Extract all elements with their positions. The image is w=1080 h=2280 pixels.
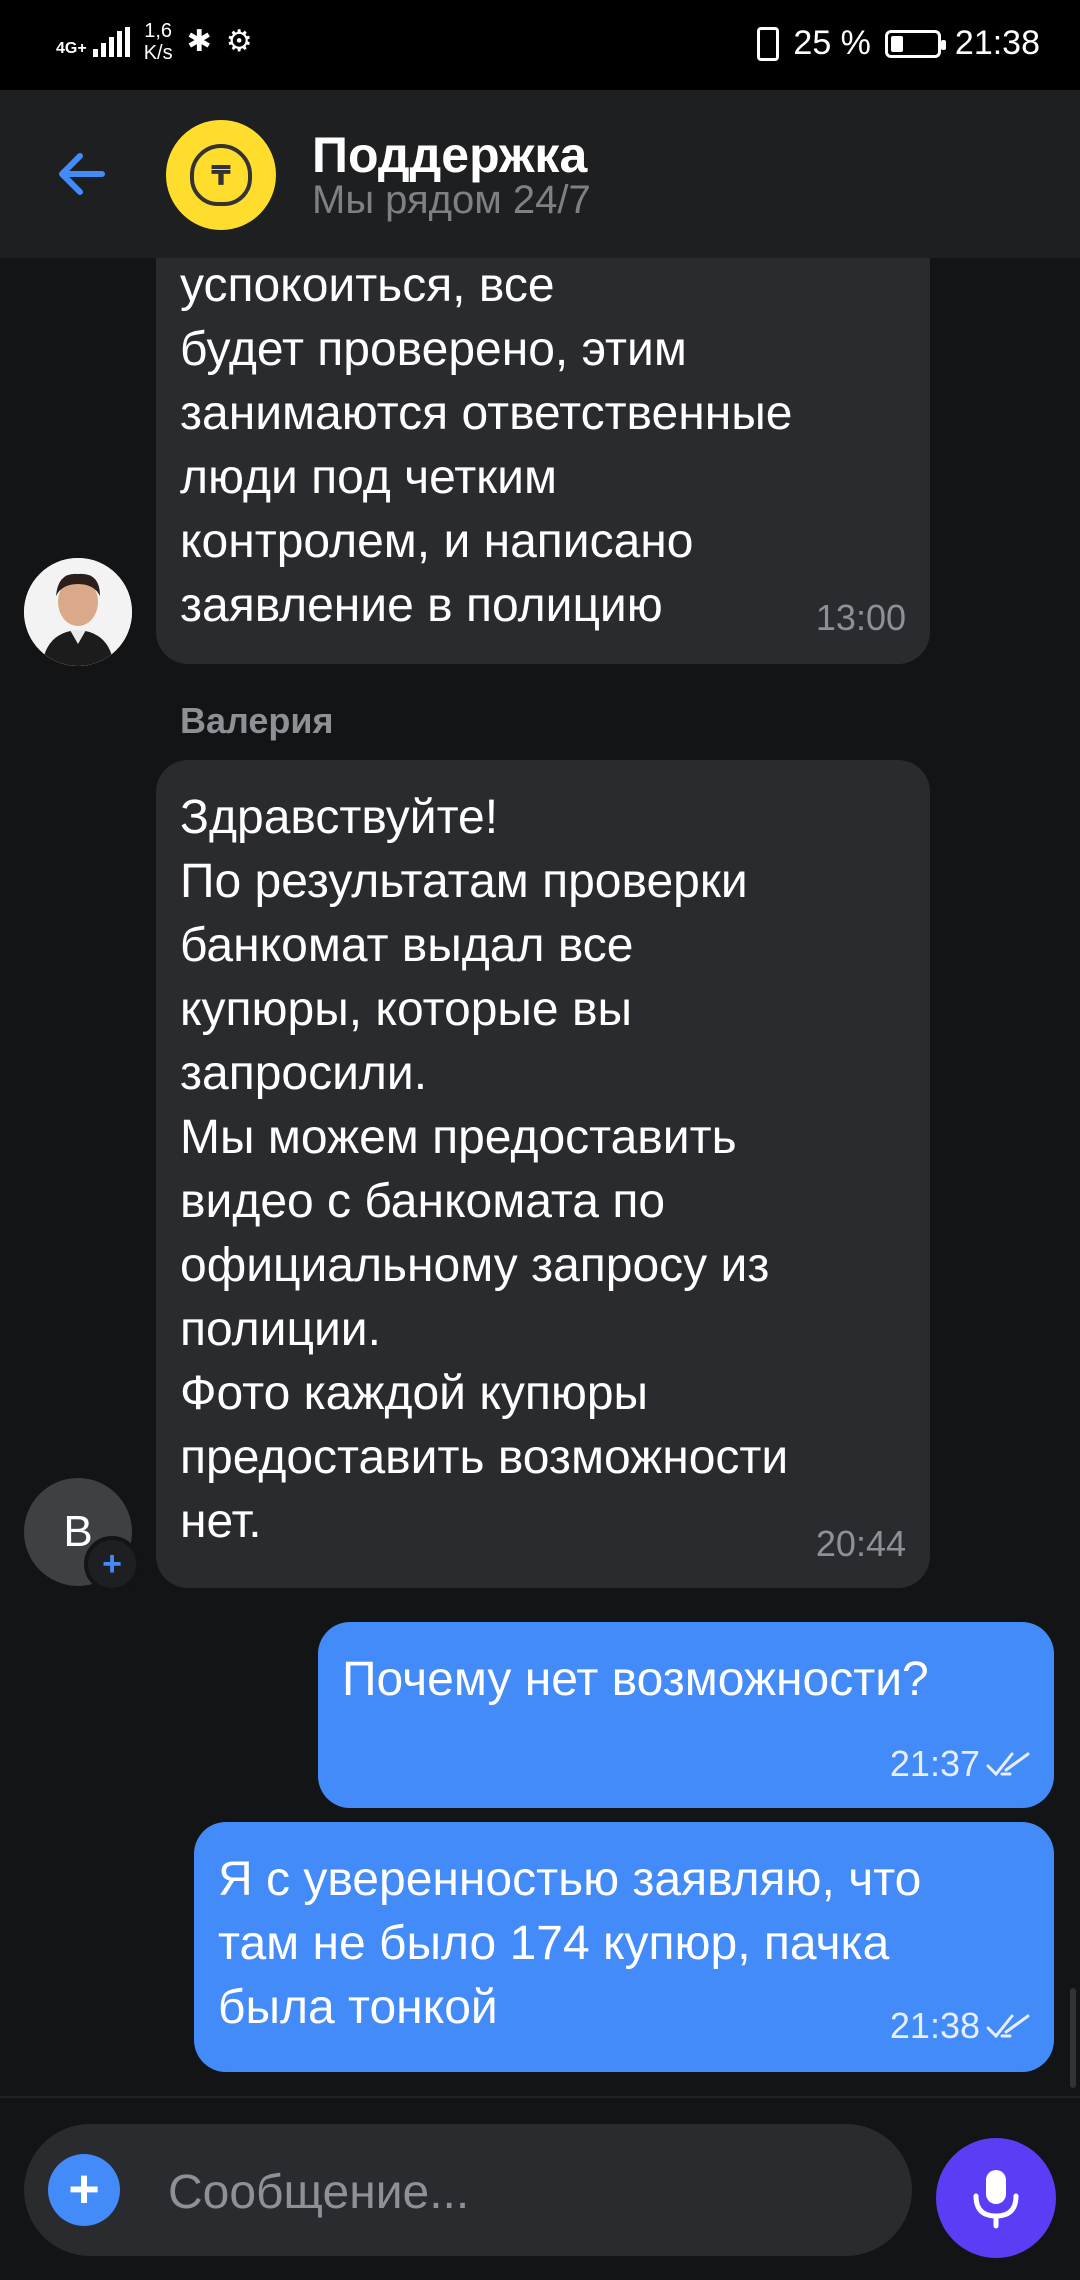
- message-bubble-incoming[interactable]: успокоиться, все будет проверено, этим з…: [156, 258, 930, 664]
- signal-icon: 4G+: [56, 27, 130, 57]
- arrow-left-icon: [59, 153, 105, 195]
- double-check-icon: [986, 2014, 1030, 2039]
- message-time: 13:00: [815, 597, 906, 638]
- chat-header: ₸ Поддержка Мы рядом 24/7: [0, 90, 1080, 258]
- back-button[interactable]: [52, 144, 112, 204]
- message-time-row: 21:37: [890, 1744, 1030, 1784]
- message-time: 21:38: [889, 2005, 980, 2046]
- message-bubble-outgoing[interactable]: Я с уверенностью заявляю, что там не был…: [194, 1822, 1054, 2072]
- scrollbar[interactable]: [1070, 1988, 1076, 2088]
- network-type: 4G+: [56, 40, 87, 57]
- status-bar: 4G+ 1,6 K/s ✱ ⚙ 25 % 21:38: [0, 0, 1080, 90]
- operator-avatar[interactable]: [24, 558, 132, 666]
- message-composer: +: [24, 2124, 912, 2256]
- message-text: Почему нет возможности?: [342, 1653, 929, 1706]
- voice-record-button[interactable]: [936, 2138, 1056, 2258]
- person-photo-icon: [24, 558, 132, 666]
- status-right: 25 % 21:38: [757, 24, 1040, 63]
- double-check-icon: [986, 1752, 1030, 1777]
- message-bubble-outgoing[interactable]: Почему нет возможности? 21:37: [318, 1622, 1054, 1808]
- message-bubble-incoming[interactable]: Здравствуйте! По результатам проверки ба…: [156, 760, 930, 1588]
- plus-icon: +: [68, 2159, 100, 2219]
- chat-subtitle: Мы рядом 24/7: [312, 178, 591, 222]
- message-time-row: 21:38: [890, 2006, 1030, 2046]
- plus-badge-icon[interactable]: +: [84, 1536, 140, 1592]
- chat-title[interactable]: Поддержка: [312, 126, 587, 184]
- attach-button[interactable]: +: [48, 2154, 120, 2226]
- vibrate-icon: [757, 26, 780, 61]
- microphone-icon: [973, 2170, 1019, 2229]
- nfc-icon: ⚙: [225, 25, 253, 58]
- status-left: 4G+ 1,6 K/s ✱ ⚙: [56, 20, 253, 64]
- message-time: 21:37: [889, 1743, 980, 1784]
- message-list[interactable]: успокоиться, все будет проверено, этим з…: [0, 258, 1080, 2096]
- clock: 21:38: [954, 24, 1040, 62]
- sender-name: Валерия: [180, 700, 334, 741]
- composer-bar: +: [0, 2096, 1080, 2280]
- message-time: 20:44: [815, 1523, 906, 1564]
- message-input[interactable]: [168, 2162, 868, 2222]
- message-text: успокоиться, все будет проверено, этим з…: [180, 259, 793, 632]
- bluetooth-icon: ✱: [186, 25, 212, 58]
- battery-icon: [884, 29, 946, 58]
- message-text: Здравствуйте! По результатам проверки ба…: [180, 791, 789, 1548]
- logo-shield-icon: ₸: [190, 144, 252, 206]
- network-speed: 1,6 K/s: [143, 20, 173, 64]
- bank-logo[interactable]: ₸: [166, 120, 276, 230]
- battery-percent: 25 %: [793, 24, 871, 62]
